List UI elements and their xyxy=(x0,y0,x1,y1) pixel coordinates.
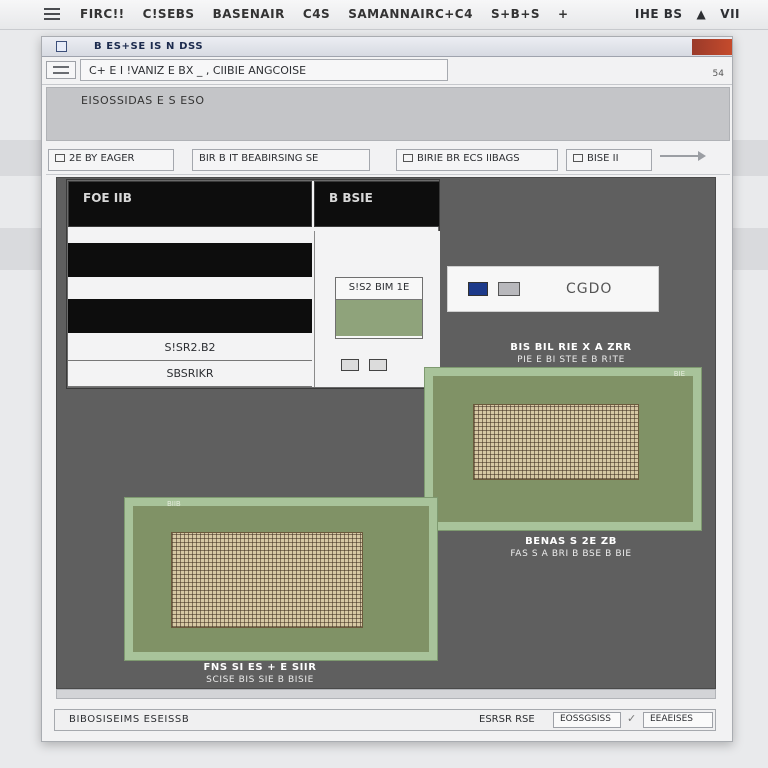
caption-bottom: FNS SI ES + E SIIR SCISE BIS SIE B BISIE xyxy=(185,662,335,686)
printer-icon[interactable] xyxy=(369,359,387,371)
status-text: BIBOSISEIMS ESEISSB xyxy=(69,714,190,725)
system-menu-item-3[interactable]: BASENAIR xyxy=(213,7,285,21)
table-row[interactable]: SBSRIKR xyxy=(68,363,312,387)
chip-icon xyxy=(498,282,520,296)
status-info: ESRSR RSE xyxy=(479,714,535,725)
header-panel: EISOSSIDAS E S ESO xyxy=(46,87,730,141)
status-bar: BIBOSISEIMS ESEISSB ESRSR RSE EOSSGSISS … xyxy=(54,709,716,731)
table-panel: FOE IIB B BSIE S!SR2.B2 SBSRIKR S!S2 BIM… xyxy=(67,180,440,388)
toolbar-group-3-label: BIRIE BR ECS IIBAGS xyxy=(417,153,520,164)
status-button-2[interactable]: EEAEISES xyxy=(643,712,713,728)
arrow-right-icon[interactable] xyxy=(660,151,706,161)
hamburger-menu-icon[interactable] xyxy=(44,8,60,20)
system-status-text: IHE BS xyxy=(634,7,683,21)
system-menu-item-5[interactable]: SAMANNAIRC+C4 xyxy=(348,7,473,21)
canvas-area[interactable]: FOE IIB B BSIE S!SR2.B2 SBSRIKR S!S2 BIM… xyxy=(56,177,716,689)
window-title: B ES+SE IS N DSS xyxy=(94,41,204,52)
caption-bottom-line1: FNS SI ES + E SIIR xyxy=(203,662,317,673)
screen-icon[interactable] xyxy=(341,359,359,371)
system-menu-item-2[interactable]: C!SEBS xyxy=(143,7,195,21)
header-title: EISOSSIDAS E S ESO xyxy=(81,94,205,107)
window-badge xyxy=(692,39,732,55)
toolbar: 2E BY EAGER BIR B IT BEABIRSING SE BIRIE… xyxy=(46,145,730,175)
app-window: B ES+SE IS N DSS C+ E I !VANIZ E BX _ , … xyxy=(41,36,733,742)
window-titlebar[interactable]: B ES+SE IS N DSS xyxy=(42,37,732,57)
color-preview-card[interactable]: S!S2 BIM 1E xyxy=(335,277,423,339)
pattern-card-bottom[interactable]: BIIB xyxy=(125,498,437,660)
app-icon xyxy=(56,41,67,52)
horizontal-scrollbar[interactable] xyxy=(56,689,716,699)
toolbar-group-3[interactable]: BIRIE BR ECS IIBAGS xyxy=(396,149,558,171)
system-clock: VII xyxy=(720,7,740,21)
caption-right-line2: FAS S A BRI B BSE B BIE xyxy=(510,549,632,559)
screen: FIRC!! C!SEBS BASENAIR C4S SAMANNAIRC+C4… xyxy=(0,0,768,768)
grid-pattern xyxy=(171,532,363,628)
table-row-dark[interactable] xyxy=(68,299,312,333)
menubar: C+ E I !VANIZ E BX _ , CIIBIE ANGCOISE 5… xyxy=(42,57,732,85)
status-button-1[interactable]: EOSSGSISS xyxy=(553,712,621,728)
system-menu-bar: FIRC!! C!SEBS BASENAIR C4S SAMANNAIRC+C4… xyxy=(0,0,768,30)
toolbar-group-2-label: BIR B IT BEABIRSING SE xyxy=(199,153,319,164)
color-swatch xyxy=(336,300,422,336)
grid-pattern xyxy=(473,404,639,480)
caption-right: BENAS S 2E ZB FAS S A BRI B BSE B BIE xyxy=(501,536,641,560)
table-header-right[interactable]: B BSIE xyxy=(314,181,440,227)
system-menu-item-6[interactable]: S+B+S xyxy=(491,7,540,21)
card-label: BIIB xyxy=(167,500,181,508)
caption-top: BIS BIL RIE X A ZRR PIE E BI STE E B R!T… xyxy=(501,342,641,366)
page-counter: 54 xyxy=(712,69,724,79)
caption-top-line1: BIS BIL RIE X A ZRR xyxy=(510,342,632,353)
tool-icon xyxy=(55,154,65,162)
caption-top-line2: PIE E BI STE E B R!TE xyxy=(517,355,625,365)
table-side-panel: S!S2 BIM 1E xyxy=(314,231,440,387)
check-icon: ✓ xyxy=(627,712,637,725)
up-arrow-icon[interactable]: ▲ xyxy=(697,7,707,21)
color-preview-label: S!S2 BIM 1E xyxy=(336,278,422,300)
address-field[interactable]: C+ E I !VANIZ E BX _ , CIIBIE ANGCOISE xyxy=(80,59,448,81)
flag-icon xyxy=(468,282,488,296)
system-menu-item-4[interactable]: C4S xyxy=(303,7,330,21)
card-label: BIE xyxy=(673,370,685,378)
list-menu-icon[interactable] xyxy=(46,61,76,79)
caption-bottom-line2: SCISE BIS SIE B BISIE xyxy=(206,675,314,685)
window-icon xyxy=(573,154,583,162)
table-header-left[interactable]: FOE IIB xyxy=(68,181,312,227)
toolbar-group-1[interactable]: 2E BY EAGER xyxy=(48,149,174,171)
system-menu-item-1[interactable]: FIRC!! xyxy=(80,7,125,21)
code-text: CGDO xyxy=(566,281,613,297)
toolbar-group-4-label: BISE II xyxy=(587,153,619,164)
table-row-dark[interactable] xyxy=(68,243,312,277)
toolbar-group-4[interactable]: BISE II xyxy=(566,149,652,171)
pattern-card-top[interactable]: BIE xyxy=(425,368,701,530)
toolbar-group-1-label: 2E BY EAGER xyxy=(69,153,135,164)
toolbar-group-2[interactable]: BIR B IT BEABIRSING SE xyxy=(192,149,370,171)
grid-icon xyxy=(403,154,413,162)
caption-right-line1: BENAS S 2E ZB xyxy=(525,536,617,547)
system-menu-item-7[interactable]: + xyxy=(558,7,569,21)
table-row[interactable]: S!SR2.B2 xyxy=(68,337,312,361)
code-box[interactable]: CGDO xyxy=(447,266,659,312)
